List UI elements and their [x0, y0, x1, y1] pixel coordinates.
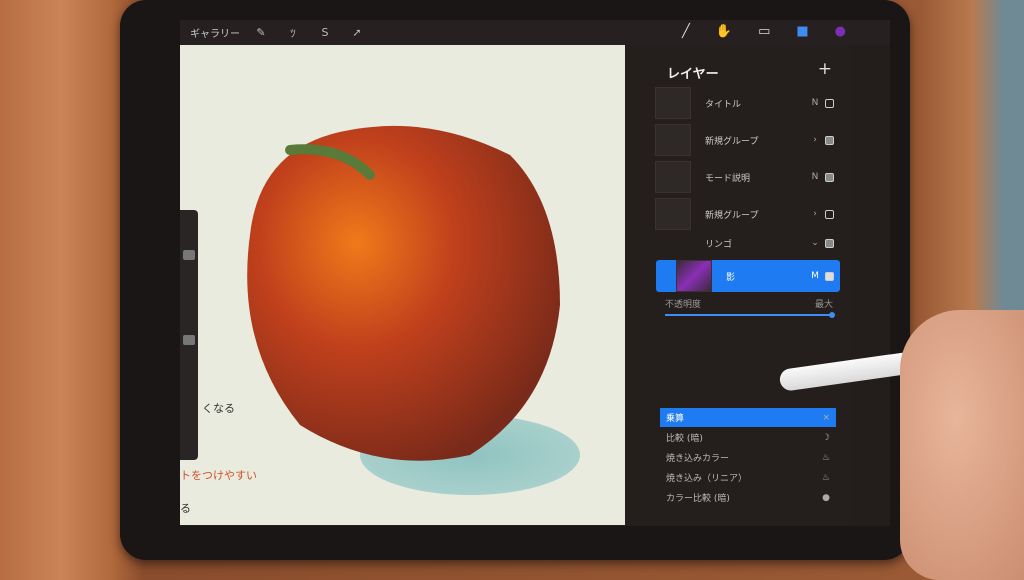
blend-mode-button[interactable]: N — [805, 172, 825, 182]
linear-burn-icon: ♨ — [821, 472, 830, 483]
layer-thumbnail — [676, 260, 712, 292]
brush-size-sidebar[interactable] — [180, 210, 198, 460]
smudge-icon[interactable]: ✋ — [716, 24, 732, 39]
blend-mode-option[interactable]: 乗算 × — [660, 408, 836, 427]
multiply-icon: × — [822, 412, 830, 423]
hand — [900, 310, 1024, 580]
selected-layer-row[interactable]: 影M — [656, 260, 840, 292]
burn-icon: ♨ — [821, 452, 830, 463]
size-slider-handle[interactable] — [183, 250, 195, 260]
canvas-note: る — [180, 502, 191, 515]
layer-thumbnail — [655, 198, 691, 230]
layer-thumbnail — [655, 87, 691, 119]
opacity-row: 不透明度 最大 — [665, 297, 833, 310]
adjustments-icon[interactable]: ﾂ — [282, 25, 304, 41]
blend-mode-button[interactable]: M — [805, 271, 825, 281]
opacity-value: 最大 — [814, 300, 833, 310]
layer-row[interactable]: モード説明 N — [655, 159, 840, 195]
blend-mode-button[interactable]: N — [805, 98, 825, 108]
blend-mode-option[interactable]: 焼き込み（リニア） ♨ — [660, 468, 836, 487]
layer-name: 影 — [726, 272, 736, 283]
visibility-checkbox[interactable] — [825, 238, 834, 248]
transform-icon[interactable]: ➚ — [346, 26, 368, 39]
layer-row[interactable]: 新規グループ › — [655, 196, 840, 232]
moon-icon: ☽ — [821, 432, 830, 443]
top-toolbar: ギャラリー ✎ ﾂ S ➚ ╱ ✋ ▭ ■ ● — [180, 20, 890, 45]
layer-name: 新規グループ — [705, 136, 759, 147]
layer-thumbnail — [655, 161, 691, 193]
gallery-button[interactable]: ギャラリー — [190, 25, 240, 40]
visibility-checkbox[interactable] — [825, 271, 834, 281]
layer-group-row[interactable]: リンゴ ⌄ — [655, 229, 840, 257]
opacity-slider-handle[interactable] — [183, 335, 195, 345]
wrench-icon[interactable]: ✎ — [250, 26, 272, 39]
blend-mode-option[interactable]: 焼き込みカラー ♨ — [660, 448, 836, 467]
layer-row[interactable]: 新規グループ › — [655, 122, 840, 158]
layer-name: リンゴ — [705, 239, 733, 250]
expand-group-button[interactable]: › — [805, 209, 825, 219]
selection-icon[interactable]: S — [314, 26, 336, 39]
layers-panel: レイヤー + タイトル N 新規グループ › モード説明 N 新規グループ › リンゴ ⌄… — [625, 45, 850, 525]
add-layer-button[interactable]: + — [818, 59, 832, 79]
layer-row[interactable]: タイトル N — [655, 85, 840, 121]
layer-name: 新規グループ — [705, 210, 759, 221]
canvas-note: トをつけやすい — [180, 469, 257, 482]
expand-group-button[interactable]: › — [805, 135, 825, 145]
procreate-screen: ギャラリー ✎ ﾂ S ➚ ╱ ✋ ▭ ■ ● くなる トをつけやすい る レイ… — [180, 20, 890, 526]
layer-name: モード説明 — [705, 173, 751, 184]
visibility-checkbox[interactable] — [825, 98, 834, 108]
opacity-label: 不透明度 — [665, 300, 702, 310]
eraser-icon[interactable]: ▭ — [758, 24, 770, 39]
apple-illustration — [247, 125, 580, 495]
visibility-checkbox[interactable] — [825, 135, 834, 145]
layer-name: タイトル — [705, 99, 742, 110]
panel-title: レイヤー — [667, 67, 719, 82]
visibility-checkbox[interactable] — [825, 172, 834, 182]
layer-thumbnail — [655, 124, 691, 156]
collapse-group-button[interactable]: ⌄ — [805, 238, 825, 248]
opacity-slider[interactable] — [665, 312, 835, 318]
blend-mode-option[interactable]: 比較 (暗) ☽ — [660, 428, 836, 447]
apple-body — [247, 125, 560, 461]
darker-color-icon: ● — [822, 492, 830, 503]
layers-icon[interactable]: ■ — [796, 24, 808, 39]
drawing-canvas[interactable]: くなる トをつけやすい る — [180, 45, 625, 525]
brush-icon[interactable]: ╱ — [682, 24, 690, 39]
color-icon[interactable]: ● — [835, 24, 846, 39]
canvas-note: くなる — [202, 402, 235, 415]
blend-mode-option[interactable]: カラー比較 (暗) ● — [660, 488, 836, 507]
visibility-checkbox[interactable] — [825, 209, 834, 219]
